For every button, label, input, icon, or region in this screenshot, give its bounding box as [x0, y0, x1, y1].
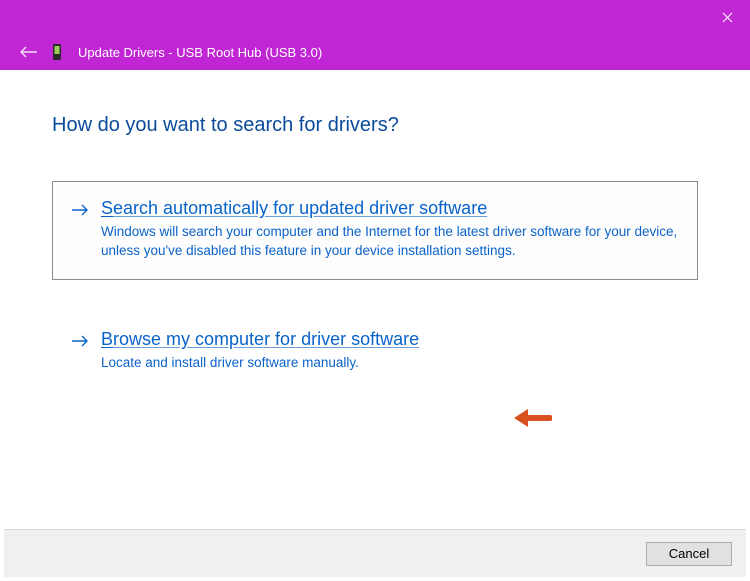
option-search-automatically[interactable]: Search automatically for updated driver …	[52, 181, 698, 280]
window-title: Update Drivers - USB Root Hub (USB 3.0)	[78, 45, 322, 60]
dialog-footer: Cancel	[4, 529, 746, 577]
option-description: Locate and install driver software manua…	[101, 354, 679, 373]
cancel-button[interactable]: Cancel	[646, 542, 732, 566]
option-browse-computer[interactable]: Browse my computer for driver software L…	[52, 312, 698, 392]
driver-options: Search automatically for updated driver …	[52, 181, 698, 392]
close-button[interactable]	[704, 0, 750, 34]
option-title: Search automatically for updated driver …	[101, 198, 679, 219]
back-arrow-icon[interactable]	[20, 43, 38, 61]
arrow-right-icon	[71, 329, 89, 373]
option-title: Browse my computer for driver software	[101, 329, 679, 350]
subheader: Update Drivers - USB Root Hub (USB 3.0)	[0, 34, 750, 70]
content-area: How do you want to search for drivers? S…	[2, 70, 748, 579]
option-text: Browse my computer for driver software L…	[101, 329, 679, 373]
titlebar	[0, 0, 750, 34]
close-icon	[722, 12, 733, 23]
arrow-right-icon	[71, 198, 89, 261]
device-icon	[52, 43, 64, 61]
annotation-pointer-arrow	[512, 407, 552, 434]
option-text: Search automatically for updated driver …	[101, 198, 679, 261]
option-description: Windows will search your computer and th…	[101, 223, 679, 261]
page-heading: How do you want to search for drivers?	[2, 70, 748, 137]
